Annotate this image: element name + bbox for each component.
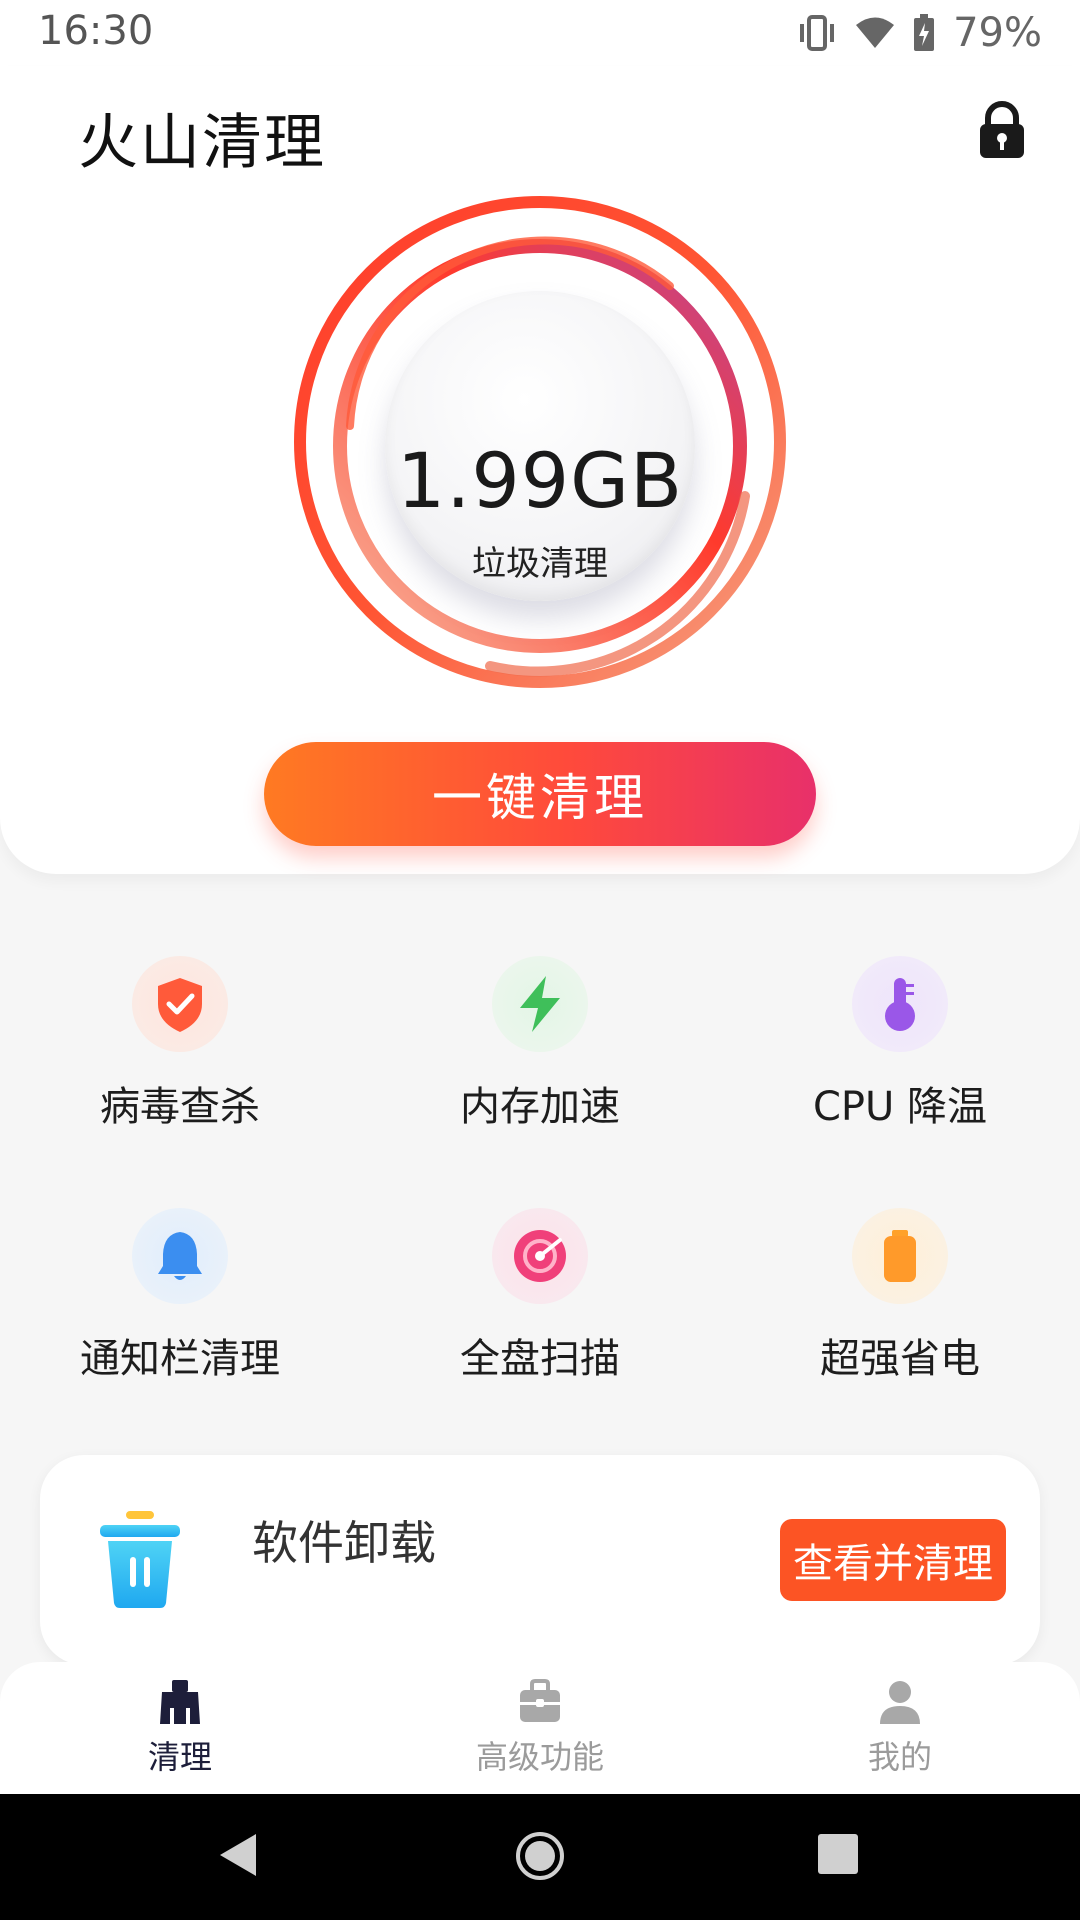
back-icon[interactable] <box>216 1830 260 1880</box>
junk-label: 垃圾清理 <box>472 544 608 584</box>
bottom-nav: 清理 高级功能 我的 <box>0 1662 1080 1794</box>
feature-full-scan[interactable]: 全盘扫描 <box>360 1208 720 1384</box>
one-click-clean-button[interactable]: 一键清理 <box>264 742 816 846</box>
feature-label: 全盘扫描 <box>460 1336 620 1382</box>
vibrate-icon <box>800 15 835 51</box>
status-icons: 79% <box>797 10 1042 56</box>
thermometer-icon <box>852 956 948 1052</box>
status-bar: 16:30 79% <box>0 0 1080 66</box>
radar-icon <box>492 1208 588 1304</box>
lock-icon[interactable] <box>976 100 1028 160</box>
home-icon[interactable] <box>514 1830 566 1882</box>
lightning-icon <box>492 956 588 1052</box>
trash-icon <box>100 1511 180 1608</box>
feature-virus-scan[interactable]: 病毒查杀 <box>0 956 360 1132</box>
feature-label: 超强省电 <box>820 1336 980 1382</box>
bell-icon <box>132 1208 228 1304</box>
uninstall-title: 软件卸载 <box>252 1516 436 1570</box>
shield-check-icon <box>132 956 228 1052</box>
status-time: 16:30 <box>38 8 154 54</box>
screen: 16:30 79% 火山清理 1.99GB 垃圾清理 一键清理 病毒查杀 内存加… <box>0 0 1080 1920</box>
feature-memory-boost[interactable]: 内存加速 <box>360 956 720 1132</box>
broom-icon <box>160 1680 200 1724</box>
feature-notification-clean[interactable]: 通知栏清理 <box>0 1208 360 1384</box>
battery-percent: 79% <box>953 10 1042 56</box>
feature-label: 病毒查杀 <box>100 1084 260 1130</box>
junk-size: 1.99GB <box>396 436 684 525</box>
view-and-clean-button[interactable]: 查看并清理 <box>780 1519 1006 1601</box>
feature-label: 内存加速 <box>460 1084 620 1130</box>
feature-label: 通知栏清理 <box>80 1336 280 1382</box>
feature-cpu-cooling[interactable]: CPU 降温 <box>720 956 1080 1132</box>
nav-tab-mine[interactable]: 我的 <box>720 1678 1080 1778</box>
person-icon <box>880 1681 920 1724</box>
system-nav-bar <box>0 1794 1080 1920</box>
recents-icon[interactable] <box>816 1832 860 1876</box>
battery-icon <box>852 1208 948 1304</box>
app-uninstall-card[interactable]: 软件卸载 查看并清理 <box>40 1455 1040 1665</box>
junk-gauge[interactable]: 1.99GB 垃圾清理 <box>290 196 790 696</box>
nav-tab-clean[interactable]: 清理 <box>0 1678 360 1778</box>
nav-tab-advanced[interactable]: 高级功能 <box>360 1678 720 1778</box>
nav-label: 我的 <box>867 1738 932 1776</box>
app-title: 火山清理 <box>78 108 326 178</box>
feature-label: CPU 降温 <box>812 1084 988 1130</box>
wifi-icon <box>856 17 895 48</box>
nav-label: 清理 <box>147 1738 212 1776</box>
nav-label: 高级功能 <box>475 1738 604 1776</box>
battery-charging-icon <box>914 14 935 51</box>
top-card: 火山清理 1.99GB 垃圾清理 一键清理 <box>0 66 1080 874</box>
briefcase-icon <box>520 1679 560 1722</box>
feature-power-saving[interactable]: 超强省电 <box>720 1208 1080 1384</box>
